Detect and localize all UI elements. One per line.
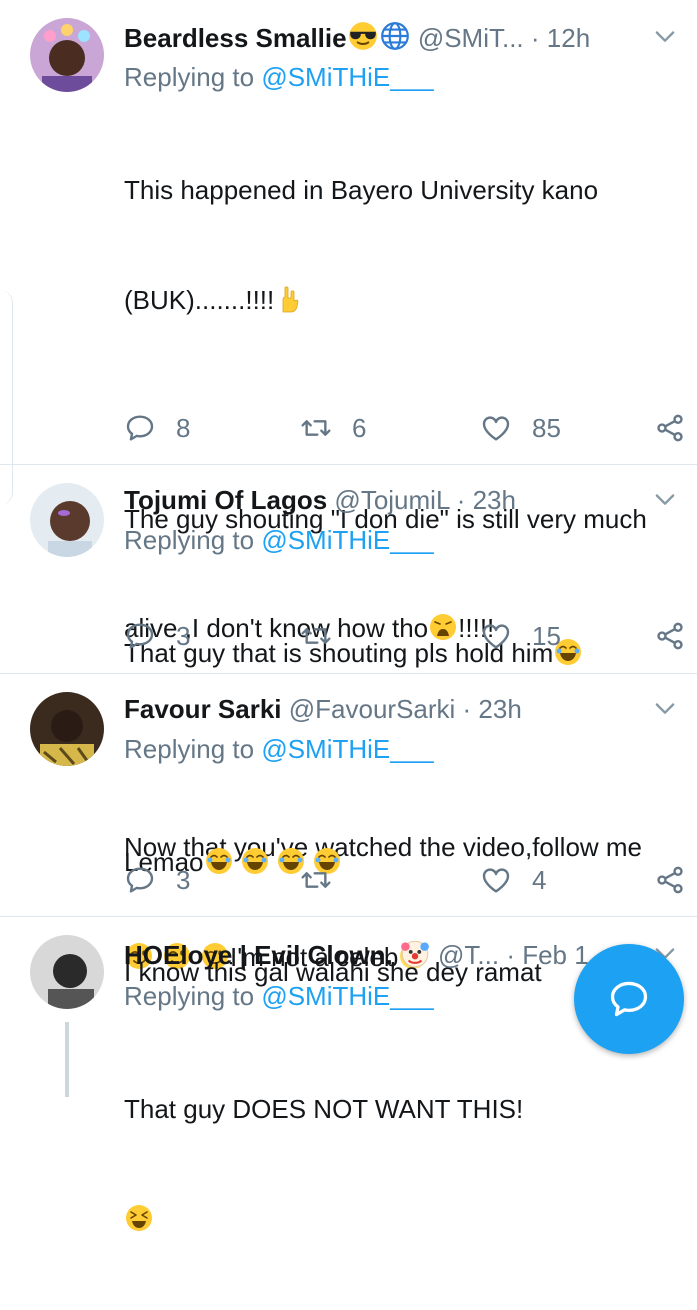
tweet-line: That guy DOES NOT WANT THIS! [124, 1094, 524, 1124]
replying-to: Replying to @SMiTHiE___ [124, 60, 434, 94]
retweet-button[interactable]: 6 [300, 410, 366, 446]
retweet-icon [300, 864, 332, 896]
globe-icon [379, 20, 411, 52]
like-button[interactable]: 15 [480, 618, 561, 654]
author-handle[interactable]: @T... [438, 940, 499, 970]
timestamp[interactable]: · 12h [531, 23, 590, 53]
retweet-icon [300, 412, 332, 444]
reply-icon [124, 620, 156, 652]
reply-icon [124, 412, 156, 444]
grinning-squinting-emoji-icon [124, 1203, 154, 1233]
compose-reply-button[interactable] [574, 944, 684, 1054]
tweet-actions: 3 15 [124, 618, 697, 654]
share-button[interactable] [654, 862, 697, 898]
author-handle[interactable]: @SMiT... [418, 23, 524, 53]
chevron-down-icon[interactable] [651, 22, 679, 50]
tweet-actions: 3 4 [124, 862, 697, 898]
avatar[interactable] [30, 18, 104, 92]
timestamp[interactable]: · 23h [457, 485, 516, 515]
heart-icon [480, 620, 512, 652]
like-count: 15 [532, 621, 561, 651]
replying-to: Replying to @SMiTHiE___ [124, 979, 434, 1013]
tweet-card[interactable]: Tojumi Of Lagos @TojumiL · 23h Replying … [0, 465, 697, 674]
reply-mention-link[interactable]: @SMiTHiE___ [261, 734, 433, 764]
like-button[interactable]: 85 [480, 410, 561, 446]
avatar[interactable] [30, 483, 104, 557]
retweet-button[interactable] [300, 862, 352, 898]
author-handle[interactable]: @TojumiL [334, 485, 449, 515]
author-name[interactable]: HOEloye | Evil Clown. [124, 940, 393, 970]
replying-prefix: Replying to [124, 62, 262, 92]
like-count: 4 [532, 865, 547, 895]
reply-count: 3 [176, 865, 191, 895]
compose-reply-icon [610, 981, 648, 1017]
replying-to: Replying to @SMiTHiE___ [124, 523, 434, 557]
horns-hand-emoji-icon [274, 284, 304, 314]
replying-to: Replying to @SMiTHiE___ [124, 732, 434, 766]
side-panel-edge [0, 290, 13, 505]
tweet-text: That guy DOES NOT WANT THIS! [124, 1018, 683, 1310]
timestamp[interactable]: · Feb 1 [506, 940, 588, 970]
like-count: 85 [532, 413, 561, 443]
tweet-card[interactable]: Favour Sarki @FavourSarki · 23h Replying… [0, 674, 697, 987]
heart-icon [480, 864, 512, 896]
share-icon [654, 412, 686, 444]
avatar[interactable] [30, 692, 104, 766]
author-name[interactable]: Beardless Smallie [124, 23, 347, 53]
chevron-down-icon[interactable] [651, 485, 679, 513]
reply-button[interactable]: 3 [124, 618, 190, 654]
author-handle[interactable]: @FavourSarki [289, 694, 456, 724]
reply-count: 8 [176, 413, 191, 443]
reply-button[interactable]: 3 [124, 862, 190, 898]
retweet-icon [300, 620, 332, 652]
sunglasses-emoji-icon [347, 20, 379, 52]
author-name[interactable]: Favour Sarki [124, 694, 282, 724]
author-name[interactable]: Tojumi Of Lagos [124, 485, 327, 515]
reply-mention-link[interactable]: @SMiTHiE___ [261, 525, 433, 555]
tweet-card[interactable]: Beardless Smallie @SMiT... · 12h Replyin… [0, 0, 697, 972]
reply-button[interactable]: 8 [124, 410, 190, 446]
tweet-line: This happened in Bayero University kano [124, 175, 599, 205]
share-icon [654, 864, 686, 896]
tweet-line: (BUK).......!!!! [124, 284, 275, 315]
share-button[interactable] [654, 618, 697, 654]
reply-icon [124, 864, 156, 896]
clown-face-emoji-icon [399, 937, 431, 969]
timestamp[interactable]: · 23h [463, 694, 522, 724]
share-icon [654, 620, 686, 652]
replying-prefix: Replying to [124, 734, 262, 764]
retweet-button[interactable] [300, 618, 352, 654]
retweet-count: 6 [352, 413, 367, 443]
replying-prefix: Replying to [124, 981, 262, 1011]
tweet-actions: 8 6 85 [124, 410, 697, 446]
reply-mention-link[interactable]: @SMiTHiE___ [261, 981, 433, 1011]
replying-prefix: Replying to [124, 525, 262, 555]
like-button[interactable]: 4 [480, 862, 546, 898]
avatar[interactable] [30, 935, 104, 1009]
thread-connector-line [65, 1022, 69, 1097]
share-button[interactable] [654, 410, 697, 446]
heart-icon [480, 412, 512, 444]
reply-mention-link[interactable]: @SMiTHiE___ [261, 62, 433, 92]
reply-count: 3 [176, 621, 191, 651]
chevron-down-icon[interactable] [651, 694, 679, 722]
